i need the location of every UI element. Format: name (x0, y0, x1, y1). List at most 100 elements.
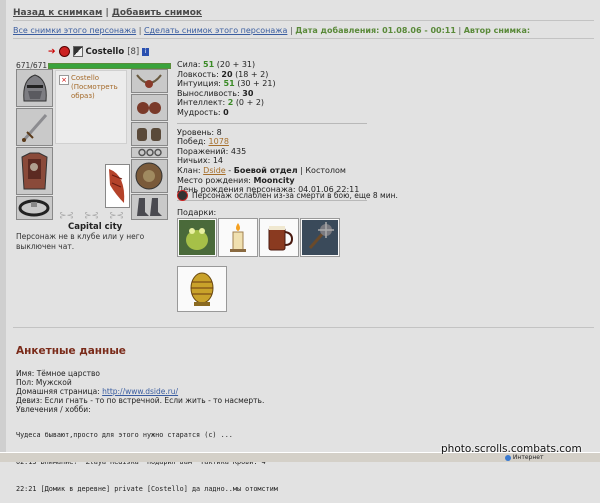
info-row: Поражений: 435 (177, 147, 367, 157)
stat-detail: (30 + 21) (237, 79, 276, 89)
wing-icon (109, 169, 125, 203)
weapon-slot[interactable] (16, 108, 53, 146)
stat-value: 20 (221, 69, 233, 79)
separator: | (458, 26, 462, 35)
earrings-slot[interactable] (131, 94, 168, 121)
empty-slot-icon[interactable]: ⊱⊰ (80, 210, 103, 222)
character-header: ➔ Costello [8] i (48, 46, 150, 57)
character-name: Costello (85, 46, 125, 57)
shield-icon (135, 162, 163, 190)
sword-icon (22, 114, 48, 142)
stat-row: Интеллект: 2 (0 + 2) (177, 98, 367, 108)
date-added: Дата добавления: 01.08.06 - 00:11 (295, 26, 456, 35)
helmet-icon (23, 74, 47, 102)
info-row: Ничьих: 14 (177, 156, 367, 166)
info-value: 435 (230, 146, 247, 156)
cloak-slot[interactable] (105, 164, 130, 208)
belt-slot[interactable] (16, 196, 53, 220)
rings-icon (138, 148, 162, 157)
stat-label: Сила: (177, 60, 201, 69)
clan-link[interactable]: Dside (203, 166, 226, 175)
stat-label: Выносливость: (177, 88, 240, 98)
quick-slots-row: ⊱⊰ ⊱⊰ ⊱⊰ (55, 210, 128, 222)
gift-candle[interactable] (218, 218, 258, 257)
info-row: Побед: 1078 (177, 137, 367, 147)
stat-detail: (18 + 2) (235, 69, 269, 79)
info-label: Клан: (177, 165, 201, 175)
back-to-snapshots-link[interactable]: Назад к снимкам (13, 8, 102, 18)
profile-sex: Пол: Мужской (16, 378, 72, 387)
globe-icon (505, 454, 511, 461)
stat-label: Мудрость: (177, 107, 221, 117)
wins-link[interactable]: 1078 (209, 137, 229, 146)
stat-row: Интуиция: 51 (30 + 21) (177, 79, 367, 89)
gift-mug[interactable] (259, 218, 299, 257)
dside-clan-icon (58, 46, 70, 57)
shield-slot[interactable] (131, 159, 168, 193)
rings-slot[interactable] (131, 147, 168, 158)
make-snapshot-link[interactable]: Сделать снимок этого персонажа (144, 26, 287, 35)
gloves-icon (137, 128, 161, 141)
stat-label: Интуиция: (177, 79, 221, 89)
snapshot-author: Автор снимка: (463, 26, 531, 35)
stat-label: Ловкость: (177, 69, 219, 79)
separator: | (138, 26, 142, 35)
earrings-icon (137, 102, 161, 114)
stat-value: 2 (227, 98, 234, 108)
info-row: Место рождения: Mooncity (177, 176, 367, 186)
info-label: Побед: (177, 137, 206, 147)
divider (13, 38, 594, 39)
info-icon[interactable]: i (142, 47, 150, 56)
empty-slot-icon[interactable]: ⊱⊰ (55, 210, 78, 222)
sub-navigation: Все снимки этого персонажа | Сделать сни… (13, 26, 530, 35)
gift-egg[interactable] (177, 266, 227, 312)
info-row: Клан: Dside - Боевой отдел | Костолом (177, 166, 367, 176)
separator: - (225, 165, 234, 175)
gift-frog[interactable] (177, 218, 217, 257)
gift-mace[interactable] (300, 218, 340, 257)
divider (177, 122, 367, 124)
amulet-slot[interactable] (131, 69, 168, 93)
stat-value: 30 (242, 88, 254, 98)
arrow-icon: ➔ (48, 46, 56, 57)
avatar-caption[interactable]: Costello (Посмотреть образ) (71, 74, 118, 101)
divider (13, 20, 594, 21)
gifts-label: Подарки: (177, 208, 217, 217)
avatar-frame[interactable]: × Costello (Посмотреть образ) (55, 70, 127, 144)
zone-label: Интернет (512, 454, 544, 461)
stat-detail: (0 + 2) (235, 98, 265, 108)
weakness-notice: Персонаж ослаблен из-за смерти в бою, ещ… (177, 190, 398, 201)
stat-row: Сила: 51 (20 + 31) (177, 60, 367, 70)
all-snapshots-link[interactable]: Все снимки этого персонажа (13, 26, 136, 35)
profile-name: Имя: Тёмное царство (16, 369, 100, 378)
candle-icon (230, 223, 246, 252)
boots-icon (137, 198, 162, 216)
armor-slot[interactable] (16, 147, 53, 195)
stat-detail: (20 + 31) (216, 60, 256, 69)
belt-icon (18, 199, 50, 217)
info-label: Ничьих: (177, 156, 211, 166)
boots-slot[interactable] (131, 194, 168, 220)
mace-icon (302, 220, 338, 255)
stat-row: Мудрость: 0 (177, 108, 367, 118)
trauma-icon (177, 190, 188, 201)
profile-motto: Девиз: Если гнать - то по встречной. Есл… (16, 396, 265, 405)
weakness-text: Персонаж ослаблен из-за смерти в бою, ещ… (192, 191, 398, 200)
clan-department: Боевой отдел (233, 165, 298, 175)
empty-slot-icon[interactable]: ⊱⊰ (105, 210, 128, 222)
hp-bar-fill (49, 64, 170, 68)
homepage-link[interactable]: http://www.dside.ru/ (102, 387, 178, 396)
gloves-slot[interactable] (131, 122, 168, 146)
clan-role: | Костолом (300, 165, 346, 175)
helmet-slot[interactable] (16, 69, 53, 107)
mug-icon (268, 226, 294, 251)
armor-icon (21, 152, 48, 190)
broken-image-icon: × (59, 75, 69, 85)
info-value: 14 (212, 156, 224, 166)
info-label: Поражений: (177, 146, 229, 156)
chat-line: 22:21 [Домик в деревне] private [Costell… (16, 485, 278, 493)
add-snapshot-link[interactable]: Добавить снимок (112, 8, 202, 18)
egg-icon (190, 272, 214, 306)
info-value: Mooncity (253, 175, 295, 185)
stat-row: Ловкость: 20 (18 + 2) (177, 70, 367, 80)
